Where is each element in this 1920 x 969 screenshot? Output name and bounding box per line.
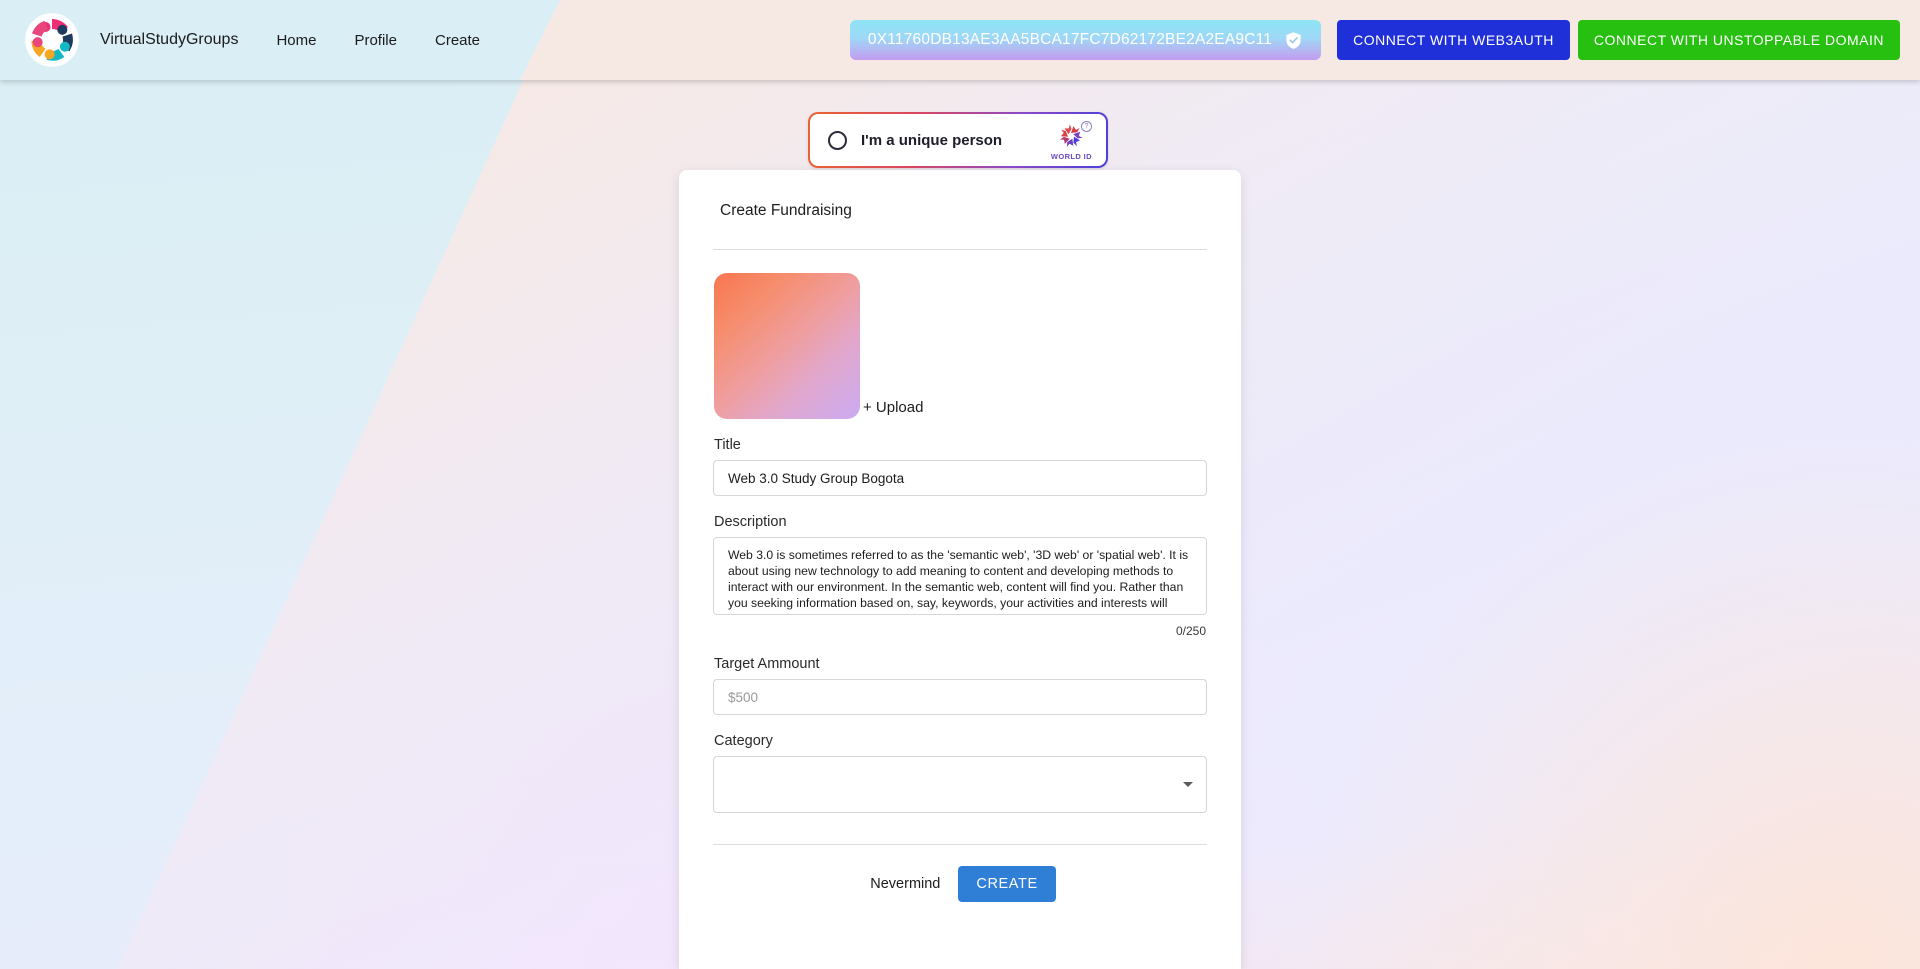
- page-title: Create Fundraising: [720, 202, 852, 219]
- world-id-verification-widget[interactable]: I'm a unique person WORLD ID ?: [808, 112, 1108, 168]
- wallet-address-chip[interactable]: 0X11760DB13AE3AA5BCA17FC7D62172BE2A2EA9C…: [849, 20, 1322, 60]
- world-id-wordmark: WORLD ID: [1050, 152, 1092, 161]
- nav-link-create[interactable]: Create: [435, 32, 480, 49]
- create-fundraising-card: Create Fundraising + Upload Title Descri…: [679, 170, 1241, 969]
- image-preview-thumbnail[interactable]: [714, 273, 860, 419]
- category-select[interactable]: [713, 756, 1207, 813]
- upload-button[interactable]: + Upload: [863, 399, 923, 416]
- chevron-down-icon: [1183, 782, 1193, 787]
- top-navbar: VirtualStudyGroups Home Profile Create 0…: [0, 0, 1920, 80]
- create-button[interactable]: CREATE: [958, 866, 1056, 902]
- study-groups-circle-logo-icon[interactable]: [26, 14, 78, 66]
- nav-link-home[interactable]: Home: [276, 32, 316, 49]
- connect-unstoppable-domain-button[interactable]: CONNECT WITH UNSTOPPABLE DOMAIN: [1577, 20, 1900, 60]
- description-textarea[interactable]: Web 3.0 is sometimes referred to as the …: [713, 537, 1207, 615]
- verified-shield-check-icon: [1286, 31, 1301, 49]
- world-id-label: I'm a unique person: [861, 131, 1003, 149]
- connect-web3auth-button[interactable]: CONNECT WITH WEB3AUTH: [1337, 20, 1570, 60]
- character-counter: 0/250: [1175, 624, 1206, 638]
- header-divider: [713, 249, 1207, 250]
- brand-name[interactable]: VirtualStudyGroups: [100, 31, 238, 49]
- title-field-label: Title: [714, 437, 741, 453]
- target-amount-input[interactable]: [713, 679, 1207, 715]
- nevermind-button[interactable]: Nevermind: [864, 868, 946, 900]
- nav-link-profile[interactable]: Profile: [354, 32, 397, 49]
- category-field-label: Category: [714, 733, 773, 749]
- image-upload-row: + Upload: [713, 273, 1207, 419]
- question-mark-icon[interactable]: ?: [1081, 121, 1092, 132]
- footer-divider: [713, 844, 1207, 845]
- radio-unchecked-icon[interactable]: [828, 130, 847, 150]
- description-text: Web 3.0 is sometimes referred to as the …: [728, 548, 1189, 614]
- target-amount-field-label: Target Ammount: [714, 656, 820, 672]
- wallet-address-text: 0X11760DB13AE3AA5BCA17FC7D62172BE2A2EA9C…: [867, 31, 1273, 48]
- description-field-label: Description: [714, 514, 787, 530]
- title-input[interactable]: [713, 460, 1207, 496]
- card-actions: Nevermind CREATE: [713, 866, 1207, 930]
- app-root: VirtualStudyGroups Home Profile Create 0…: [0, 0, 1920, 969]
